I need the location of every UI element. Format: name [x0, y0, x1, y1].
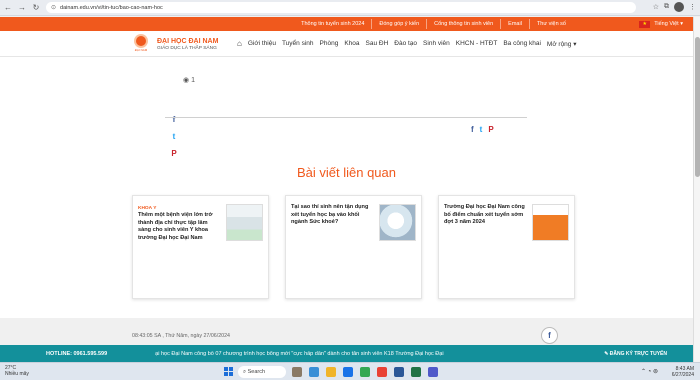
eye-icon: ◉	[183, 77, 190, 84]
reload-icon[interactable]: ↻	[30, 2, 42, 14]
nav-item-departments[interactable]: Phòng	[320, 40, 339, 47]
app-icon[interactable]	[377, 367, 387, 377]
article-main: ◉ 1 f t P f t P Bài viết liên quan KHOA …	[0, 57, 693, 344]
taskbar-apps	[292, 367, 438, 377]
brand-name[interactable]: ĐẠI HỌC ĐẠI NAM	[157, 38, 218, 45]
post-thumbnail[interactable]	[532, 204, 569, 241]
related-posts-title: Bài viết liên quan	[296, 165, 396, 180]
nav-item-more-label: Mở rộng	[546, 40, 572, 48]
related-post-card[interactable]: KHOA Y Thêm một bệnh viện lớn trở thành …	[132, 195, 269, 299]
site-info-icon[interactable]: ⊙	[51, 4, 56, 11]
online-register-button[interactable]: ✎ ĐĂNG KÝ TRỰC TUYẾN	[604, 351, 667, 357]
site-logo[interactable]: ĐẠI NAM	[132, 36, 150, 52]
system-tray[interactable]: ⌃ ◔ ⊚	[641, 368, 658, 375]
chrome-icon[interactable]	[360, 367, 370, 377]
post-title[interactable]: Thêm một bệnh viện lớn trở thành địa chỉ…	[138, 212, 222, 242]
post-thumbnail[interactable]	[226, 204, 263, 241]
home-icon[interactable]: ⌂	[237, 39, 242, 48]
profile-avatar[interactable]	[674, 2, 684, 12]
facebook-share-icon[interactable]: f	[168, 114, 180, 125]
hotline-number[interactable]: HOTLINE: 0961.595.599	[46, 351, 107, 357]
app-icon[interactable]	[309, 367, 319, 377]
edge-icon[interactable]	[343, 367, 353, 377]
twitter-share-icon[interactable]: t	[168, 131, 180, 142]
nav-item-students[interactable]: Sinh viên	[423, 40, 450, 47]
main-nav: ⌂ Giới thiệu Tuyển sinh Phòng Khoa Sau Đ…	[237, 39, 577, 48]
excel-icon[interactable]	[411, 367, 421, 377]
view-count: ◉ 1	[183, 76, 195, 84]
vietnam-flag-icon: ★	[639, 20, 651, 28]
language-label: Tiếng Việt	[654, 21, 679, 27]
site-header: ĐẠI NAM ĐẠI HỌC ĐẠI NAM GIÁO DỤC LÀ THẮP…	[0, 31, 693, 57]
nav-item-postgraduate[interactable]: Sau ĐH	[366, 40, 389, 47]
windows-taskbar: 27°C Nhiều mây ⌕ Search ⌃ ◔ ⊚ 8:43 AM 6/…	[0, 362, 700, 380]
page-footer: 08:43:05 SA , Thứ Năm, ngày 27/06/2024 f	[0, 318, 693, 345]
language-selector[interactable]: ★ Tiếng Việt ▾	[639, 20, 683, 28]
folder-icon[interactable]	[326, 367, 336, 377]
facebook-share-icon[interactable]: f	[471, 124, 474, 135]
browser-toolbar: ← → ↻ ⊙ dainam.edu.vn/vi/tin-tuc/bao-cao…	[0, 0, 700, 16]
related-post-card[interactable]: Trường Đại học Đại Nam công bố điểm chuẩ…	[438, 195, 575, 299]
brand-slogan: GIÁO DỤC LÀ THẮP SÁNG	[157, 46, 217, 51]
taskbar-search-label: Search	[247, 369, 266, 375]
post-title[interactable]: Trường Đại học Đại Nam công bố điểm chuẩ…	[444, 204, 528, 227]
online-register-label: ĐĂNG KÝ TRỰC TUYẾN	[609, 350, 667, 357]
word-icon[interactable]	[394, 367, 404, 377]
facebook-icon[interactable]: f	[541, 327, 558, 344]
top-info-bar: Thông tin tuyển sinh 2024 Đóng góp ý kiế…	[0, 17, 693, 31]
share-inline: f t P	[471, 124, 494, 135]
nav-item-about[interactable]: Giới thiệu	[248, 40, 276, 47]
topbar-link-feedback[interactable]: Đóng góp ý kiến	[371, 19, 426, 29]
clock-date: 6/27/2024	[671, 372, 694, 378]
nav-item-more[interactable]: Mở rộng ▾	[547, 40, 577, 48]
weather-widget[interactable]: 27°C Nhiều mây	[5, 365, 29, 377]
content-divider	[165, 117, 527, 118]
url-text: dainam.edu.vn/vi/tin-tuc/bao-cao-nam-hoc	[60, 4, 163, 11]
nav-item-faculties[interactable]: Khoa	[344, 40, 359, 47]
page-scrollbar[interactable]	[693, 17, 700, 362]
nav-item-disclosure[interactable]: Ba công khai	[503, 40, 541, 47]
sun-logo-icon	[136, 36, 146, 46]
share-sidebar: f t P	[168, 114, 180, 159]
taskbar-clock[interactable]: 8:43 AM 6/27/2024	[672, 366, 694, 378]
nav-item-admissions[interactable]: Tuyển sinh	[282, 40, 314, 47]
scrollbar-thumb[interactable]	[695, 37, 700, 177]
topbar-link-library[interactable]: Thư viện số	[528, 19, 573, 29]
hotline-bar: HOTLINE: 0961.595.599 ại học Đại Nam côn…	[0, 345, 693, 362]
pinterest-share-icon[interactable]: P	[168, 148, 180, 159]
teams-icon[interactable]	[428, 367, 438, 377]
topbar-link-admissions[interactable]: Thông tin tuyển sinh 2024	[294, 19, 371, 29]
twitter-share-icon[interactable]: t	[480, 124, 483, 135]
chevron-down-icon: ▾	[678, 21, 683, 27]
menu-icon[interactable]: ⋮	[689, 3, 696, 11]
topbar-link-email[interactable]: Email	[500, 19, 529, 29]
extensions-icon[interactable]: ⧉	[664, 3, 669, 11]
address-bar[interactable]: ⊙ dainam.edu.vn/vi/tin-tuc/bao-cao-nam-h…	[46, 2, 636, 13]
app-icon[interactable]	[292, 367, 302, 377]
weather-desc: Nhiều mây	[5, 370, 29, 377]
browser-actions: ☆ ⧉ ⋮	[653, 2, 696, 12]
related-post-card[interactable]: Tại sao thí sinh nên tận dụng xét tuyển …	[285, 195, 422, 299]
logo-text: ĐẠI NAM	[134, 48, 148, 52]
back-arrow-icon[interactable]: ←	[2, 2, 14, 14]
nav-item-training[interactable]: Đào tạo	[394, 40, 417, 47]
nav-item-research[interactable]: KHCN - HTĐT	[456, 40, 498, 47]
taskbar-search[interactable]: ⌕ Search	[238, 366, 286, 378]
post-category[interactable]: KHOA Y	[138, 206, 156, 211]
server-datetime: 08:43:05 SA , Thứ Năm, ngày 27/06/2024	[132, 333, 230, 339]
view-count-value: 1	[191, 77, 195, 84]
star-icon[interactable]: ☆	[653, 3, 659, 11]
post-title[interactable]: Tại sao thí sinh nên tận dụng xét tuyển …	[291, 204, 375, 227]
news-ticker[interactable]: ại học Đại Nam công bố 07 chương trình h…	[155, 351, 505, 357]
related-posts-list: KHOA Y Thêm một bệnh viện lớn trở thành …	[132, 195, 575, 299]
topbar-link-student-portal[interactable]: Cổng thông tin sinh viên	[426, 19, 500, 29]
pinterest-share-icon[interactable]: P	[488, 124, 493, 135]
windows-start-icon[interactable]	[224, 367, 233, 376]
post-thumbnail[interactable]	[379, 204, 416, 241]
forward-arrow-icon[interactable]: →	[16, 2, 28, 14]
